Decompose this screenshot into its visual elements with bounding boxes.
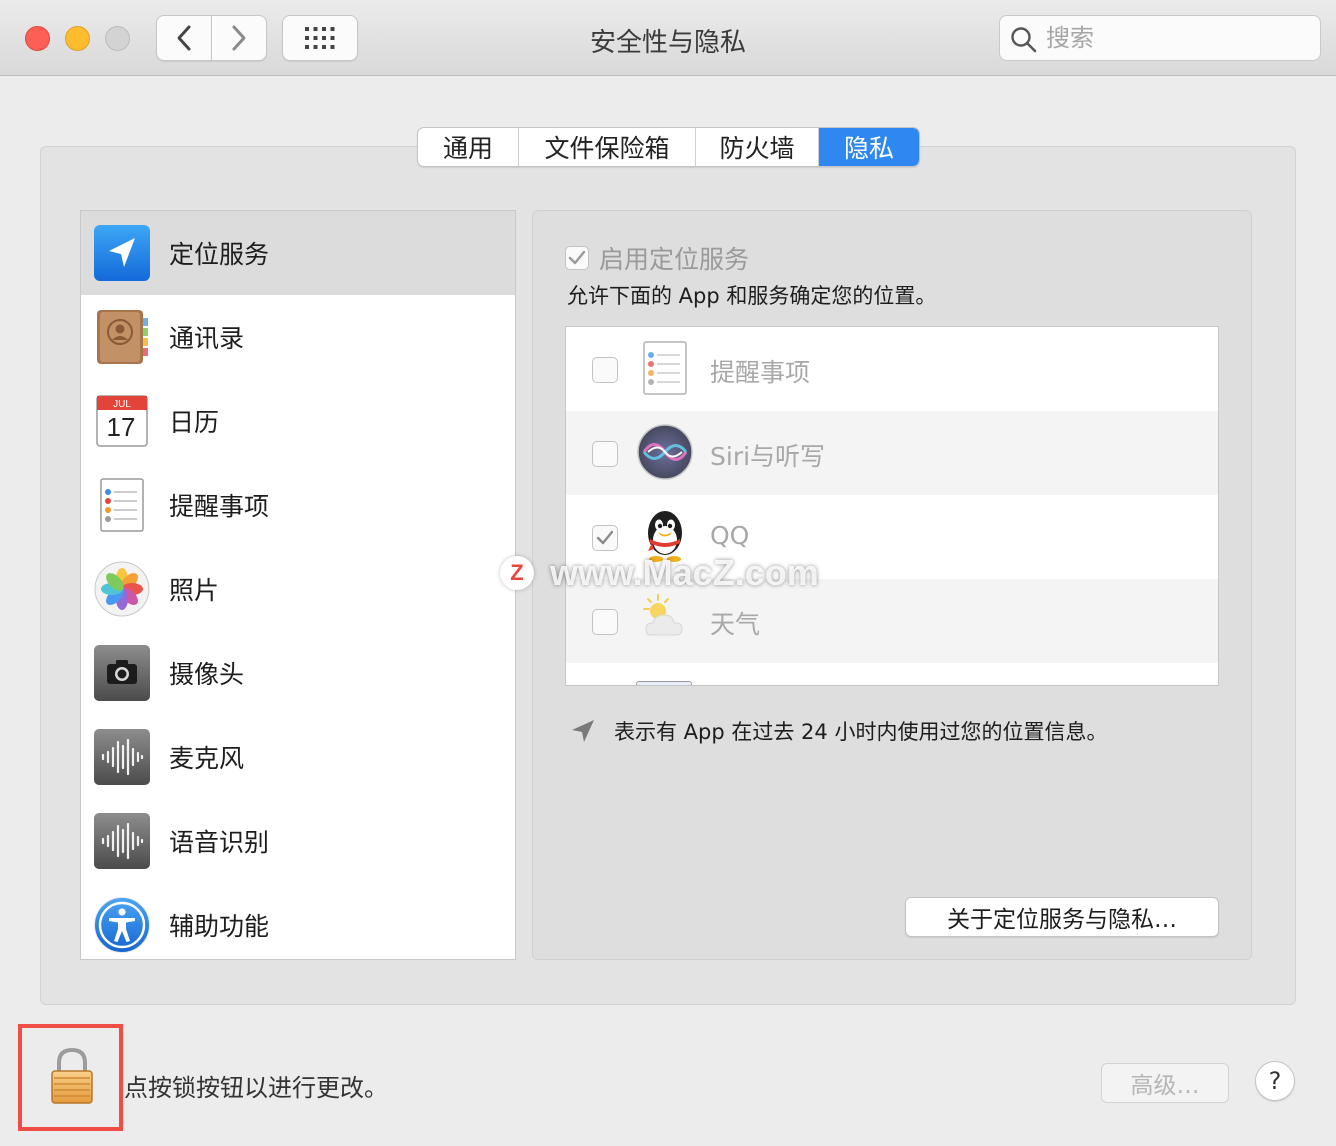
camera-icon: [94, 645, 150, 701]
accessibility-icon: [94, 897, 150, 953]
app-name: 天气: [710, 610, 761, 639]
title-bar: 安全性与隐私: [0, 0, 1336, 76]
location-usage-hint: 表示有 App 在过去 24 小时内使用过您的位置信息。: [570, 716, 1107, 746]
category-label: 辅助功能: [169, 912, 270, 941]
app-icon-partial: [636, 681, 692, 685]
category-camera[interactable]: 摄像头: [81, 631, 515, 715]
app-row-weather[interactable]: 天气: [566, 579, 1218, 663]
category-speech-recognition[interactable]: 语音识别: [81, 799, 515, 883]
search-field[interactable]: [999, 15, 1321, 61]
location-description: 允许下面的 App 和服务确定您的位置。: [567, 284, 937, 308]
lock-icon[interactable]: [49, 1047, 95, 1105]
category-accessibility[interactable]: 辅助功能: [81, 883, 515, 959]
speech-recognition-icon: [94, 813, 150, 869]
category-label: 麦克风: [169, 744, 245, 773]
about-location-privacy-button[interactable]: 关于定位服务与隐私…: [905, 897, 1219, 937]
location-usage-hint-text: 表示有 App 在过去 24 小时内使用过您的位置信息。: [614, 720, 1108, 744]
checkbox[interactable]: [565, 246, 589, 270]
tab-firewall[interactable]: 防火墙: [696, 128, 819, 166]
search-input[interactable]: [1046, 22, 1306, 54]
privacy-category-list[interactable]: 定位服务 通讯录 JUL 17 日历 提醒事项 照片 摄像头 麦克风 语音识别 …: [80, 210, 516, 960]
tab-privacy[interactable]: 隐私: [819, 128, 919, 166]
weather-icon: [643, 594, 683, 636]
calendar-icon: JUL 17: [96, 395, 148, 447]
search-icon: [1011, 27, 1037, 53]
app-row-qq[interactable]: QQ: [566, 495, 1218, 579]
location-app-list[interactable]: 提醒事项 Siri与听写 QQ 天气: [565, 326, 1219, 686]
lock-instruction-text: 点按锁按钮以进行更改。: [124, 1074, 388, 1102]
category-label: 语音识别: [169, 828, 270, 857]
enable-location-services-checkbox[interactable]: 启用定位服务: [565, 240, 749, 276]
category-label: 摄像头: [169, 660, 245, 689]
app-checkbox[interactable]: [592, 441, 618, 467]
tab-bar: 通用 文件保险箱 防火墙 隐私: [417, 127, 920, 167]
category-contacts[interactable]: 通讯录: [81, 295, 515, 379]
help-button[interactable]: ?: [1255, 1061, 1295, 1101]
app-checkbox[interactable]: [592, 525, 618, 551]
checkmark-icon: [596, 530, 614, 545]
category-label: 照片: [169, 576, 220, 605]
calendar-day: 17: [107, 412, 136, 442]
reminders-icon: [643, 341, 687, 395]
app-name: QQ: [710, 521, 750, 550]
app-name: Siri与听写: [710, 442, 826, 471]
category-label: 通讯录: [169, 324, 245, 353]
location-arrow-icon: [94, 225, 150, 281]
calendar-month: JUL: [113, 399, 131, 410]
app-row-siri[interactable]: Siri与听写: [566, 411, 1218, 495]
category-location-services[interactable]: 定位服务: [81, 211, 515, 295]
category-label: 日历: [169, 408, 220, 437]
category-microphone[interactable]: 麦克风: [81, 715, 515, 799]
siri-icon: [637, 424, 693, 480]
tab-filevault[interactable]: 文件保险箱: [519, 128, 696, 166]
photos-icon: [94, 561, 150, 617]
checkmark-icon: [568, 250, 586, 265]
microphone-icon: [94, 729, 150, 785]
category-label: 定位服务: [169, 240, 270, 269]
advanced-button[interactable]: 高级…: [1101, 1063, 1229, 1103]
app-checkbox[interactable]: [592, 357, 618, 383]
app-checkbox[interactable]: [592, 609, 618, 635]
category-label: 提醒事项: [169, 492, 270, 521]
category-reminders[interactable]: 提醒事项: [81, 463, 515, 547]
tab-general[interactable]: 通用: [418, 128, 519, 166]
app-row-reminders[interactable]: 提醒事项: [566, 327, 1218, 411]
enable-location-services-label: 启用定位服务: [599, 245, 750, 274]
category-photos[interactable]: 照片: [81, 547, 515, 631]
qq-penguin-icon: [648, 511, 682, 562]
app-row-partial: [566, 663, 1218, 685]
category-calendar[interactable]: JUL 17 日历: [81, 379, 515, 463]
lock-highlight-box: [18, 1024, 123, 1131]
contacts-icon: [97, 310, 148, 364]
reminders-icon: [100, 478, 144, 532]
app-name: 提醒事项: [710, 358, 811, 387]
location-arrow-icon: [572, 720, 594, 742]
